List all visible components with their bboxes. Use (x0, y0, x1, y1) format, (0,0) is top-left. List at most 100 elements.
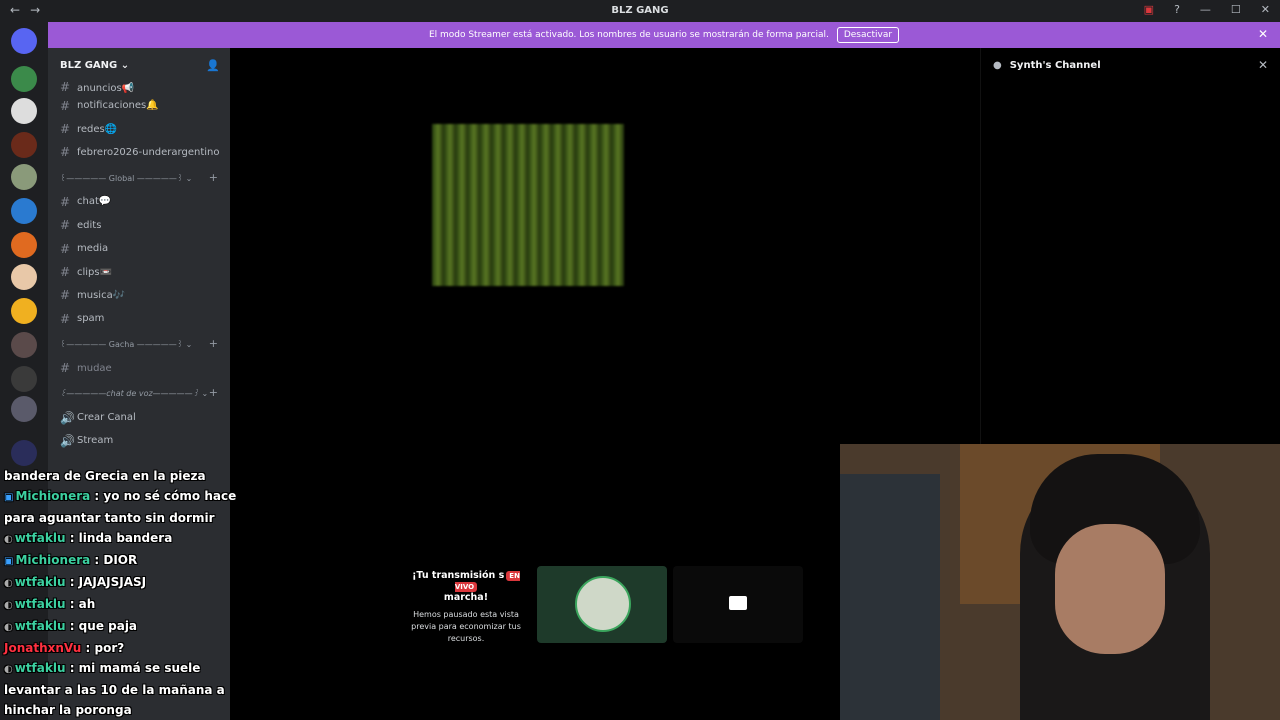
chat-user: wtfaklu (14, 575, 66, 589)
server-icon[interactable] (11, 396, 37, 422)
webcam-overlay (840, 444, 1280, 720)
channel-item[interactable]: # redes🌐 (48, 117, 230, 140)
stream-video-curtain (432, 124, 624, 286)
window-controls: ▣ ? — ☐ ✕ (1144, 3, 1270, 16)
server-icon[interactable] (11, 232, 37, 258)
channel-label: edits (77, 219, 102, 231)
server-icon[interactable] (11, 164, 37, 190)
chat-message: ◐ wtfaklu : ah (0, 594, 250, 616)
badge-icon: ◐ (4, 600, 13, 611)
notice-title: ¡Tu transmisión s (412, 570, 505, 581)
add-channel-icon[interactable]: + (209, 386, 218, 399)
disable-streamer-button[interactable]: Desactivar (836, 27, 900, 43)
chat-user: Michionera (15, 553, 91, 567)
chat-user: JonathxnVu (4, 641, 82, 655)
title-bar: ← → BLZ GANG ▣ ? — ☐ ✕ (0, 0, 1280, 22)
banner-close-icon[interactable]: ✕ (1258, 27, 1268, 41)
voice-channel-item[interactable]: 🔊 Crear Canal (48, 406, 230, 429)
participant-tile[interactable] (673, 566, 803, 643)
chat-user: wtfaklu (14, 619, 66, 633)
server-icon[interactable] (11, 98, 37, 124)
hash-icon: # (60, 361, 71, 376)
guild-name: BLZ GANG ⌄ (60, 59, 130, 71)
channel-label: redes🌐 (77, 123, 118, 135)
voice-channel-item[interactable]: 🔊 Stream (48, 429, 230, 452)
avatar (575, 576, 631, 632)
channel-item[interactable]: # anuncios📢 (48, 82, 230, 94)
inbox-icon[interactable]: ▣ (1144, 3, 1154, 16)
server-icon[interactable] (11, 366, 37, 392)
channel-label: anuncios📢 (77, 83, 135, 94)
close-panel-icon[interactable]: ✕ (1258, 58, 1268, 72)
badge-icon: ▣ (4, 492, 14, 503)
chat-message: ▣ Michionera : DIOR (0, 550, 250, 572)
chat-user: wtfaklu (14, 661, 66, 675)
speaker-icon: 🔊 (60, 410, 75, 425)
category-gacha[interactable]: ꒰————— Gacha —————꒱ ⌄ + (48, 331, 230, 357)
help-icon[interactable]: ? (1174, 3, 1180, 16)
hash-icon: # (60, 82, 71, 94)
server-icon[interactable] (11, 66, 37, 92)
stream-chat-overlay: bandera de Grecia en la pieza ▣ Michioner… (0, 466, 250, 720)
channel-label: media (77, 243, 109, 255)
chat-message: ▣ Michionera : yo no sé cómo hace para ag… (0, 486, 250, 528)
server-icon[interactable] (11, 332, 37, 358)
channel-item[interactable]: # notificaciones🔔 (48, 94, 230, 117)
channel-label: mudae (77, 362, 112, 374)
add-channel-icon[interactable]: + (209, 337, 218, 350)
panel-header: ● Synth's Channel ✕ (981, 48, 1280, 82)
channel-label: Crear Canal (77, 412, 136, 424)
badge-icon: ◐ (4, 664, 13, 675)
category-label: ꒰—————chat de voz—————꒱ ⌄ (60, 389, 209, 399)
channel-label: clips📼 (77, 266, 113, 278)
notice-title-2: marcha! (443, 592, 489, 603)
chat-user: wtfaklu (14, 597, 66, 611)
chat-message: JonathxnVu : por? (0, 638, 250, 658)
category-global[interactable]: ꒰————— Global —————꒱ ⌄ + (48, 164, 230, 190)
category-voice[interactable]: ꒰—————chat de voz—————꒱ ⌄ + (48, 380, 230, 406)
folder-icon[interactable] (11, 440, 37, 466)
chat-text: : ah (69, 597, 96, 611)
channel-item[interactable]: # spam (48, 307, 230, 330)
server-icon[interactable] (11, 298, 37, 324)
channel-label: notificaciones🔔 (77, 100, 159, 112)
discord-home-icon[interactable] (11, 28, 37, 54)
maximize-icon[interactable]: ☐ (1231, 3, 1241, 16)
channel-label: febrero2026-underargentino (77, 146, 220, 158)
participant-tile[interactable] (537, 566, 667, 643)
badge-icon: ◐ (4, 622, 13, 633)
category-label: ꒰————— Gacha —————꒱ ⌄ (60, 340, 193, 350)
server-icon[interactable] (11, 264, 37, 290)
hash-icon: # (60, 241, 71, 256)
hash-icon: # (60, 194, 71, 209)
server-icon[interactable] (11, 132, 37, 158)
chat-message: ◐ wtfaklu : linda bandera (0, 528, 250, 550)
channel-item[interactable]: # mudae (48, 357, 230, 380)
hash-icon: # (60, 122, 71, 137)
channel-item[interactable]: # febrero2026-underargentino (48, 141, 230, 164)
guild-header[interactable]: BLZ GANG ⌄ 👤 (48, 48, 230, 82)
channel-label: spam (77, 313, 105, 325)
minimize-icon[interactable]: — (1200, 3, 1211, 16)
hash-icon: # (60, 265, 71, 280)
channel-item[interactable]: # chat💬 (48, 190, 230, 213)
participants-bar: ¡Tu transmisión s EN VIVO marcha! Hemos p… (230, 560, 840, 652)
window-title: BLZ GANG (611, 5, 669, 16)
chat-text: : DIOR (94, 553, 138, 567)
chat-text: bandera de Grecia en la pieza (4, 469, 206, 483)
channel-item[interactable]: # media (48, 237, 230, 260)
channel-item[interactable]: # clips📼 (48, 260, 230, 283)
speaker-icon: 🔊 (60, 433, 75, 448)
chat-user: wtfaklu (14, 531, 66, 545)
category-label: ꒰————— Global —————꒱ ⌄ (60, 173, 193, 183)
close-window-icon[interactable]: ✕ (1261, 3, 1270, 16)
banner-text: El modo Streamer está activado. Los nomb… (428, 30, 829, 40)
channel-item[interactable]: # edits (48, 214, 230, 237)
add-member-icon[interactable]: 👤 (206, 59, 220, 72)
add-channel-icon[interactable]: + (209, 171, 218, 184)
server-icon[interactable] (11, 198, 37, 224)
channel-label: chat💬 (77, 196, 112, 208)
camera-icon (729, 596, 747, 610)
chat-message: bandera de Grecia en la pieza (0, 466, 250, 486)
channel-item[interactable]: # musica🎶 (48, 284, 230, 307)
